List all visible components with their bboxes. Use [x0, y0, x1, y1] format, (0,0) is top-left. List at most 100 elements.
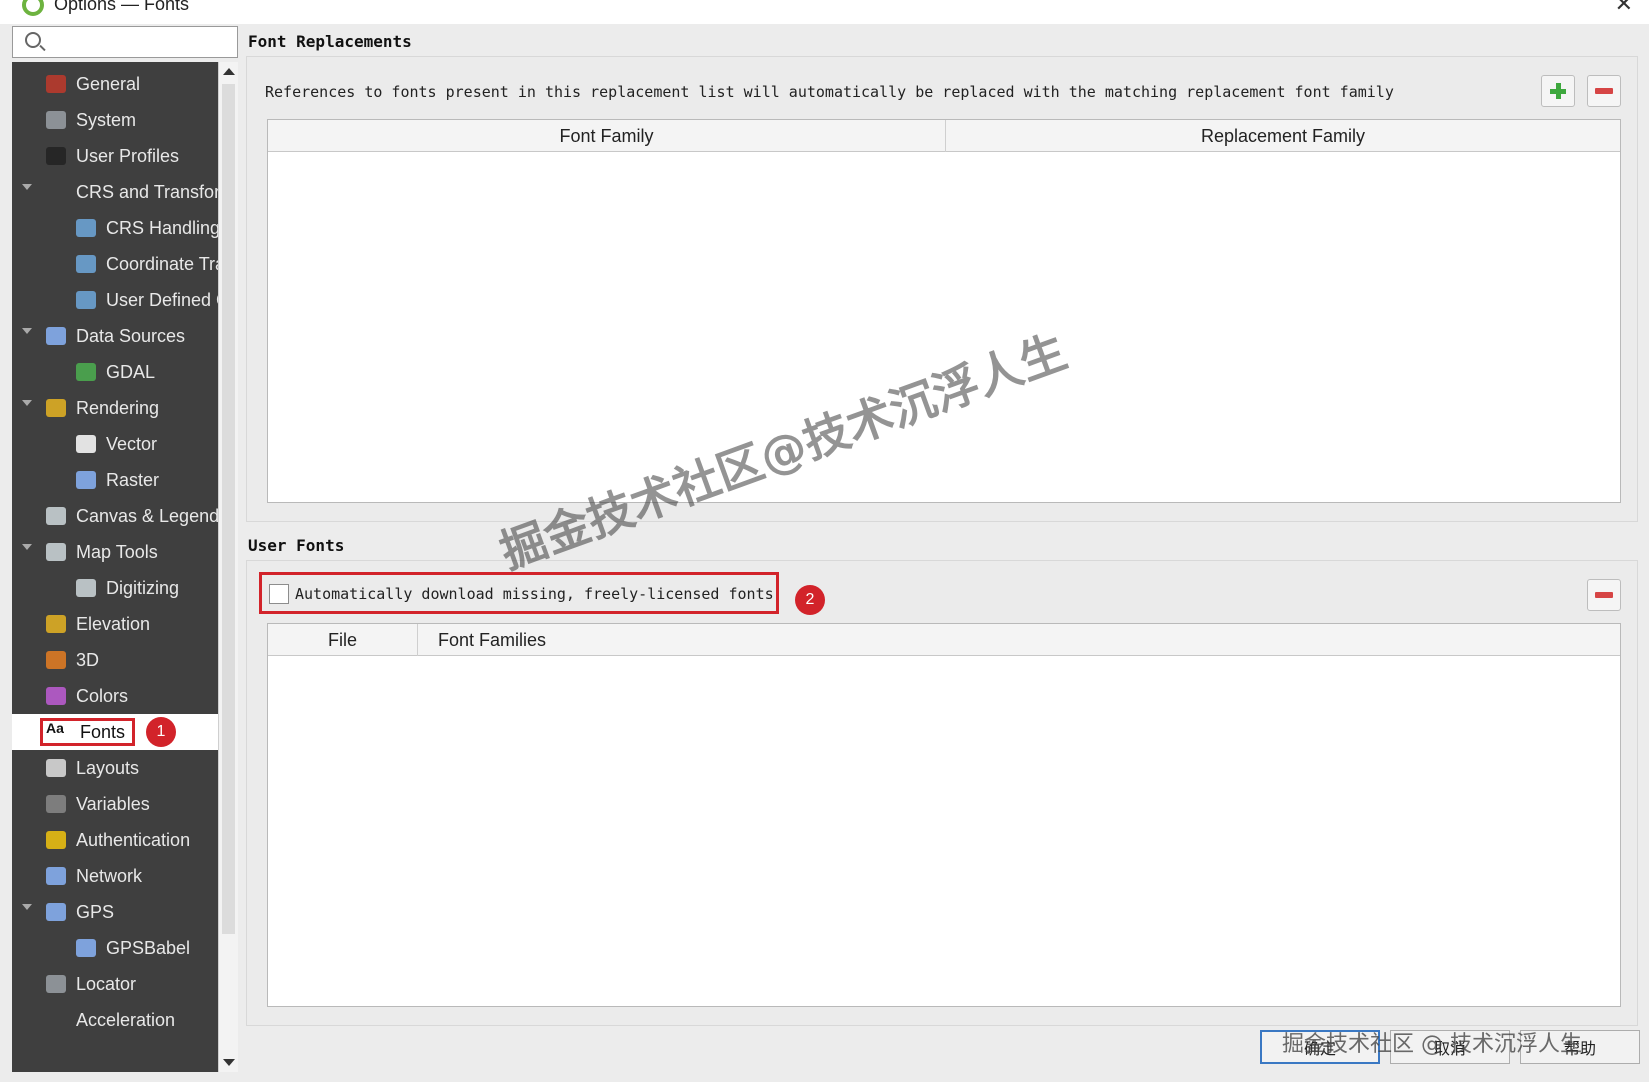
- raster-icon: [76, 471, 96, 489]
- window-title: Options — Fonts: [54, 0, 190, 14]
- globe-arrows-icon: [76, 255, 96, 273]
- remove-replacement-button[interactable]: [1587, 75, 1621, 107]
- sidebar-item-gpsbabel[interactable]: GPSBabel: [12, 930, 218, 966]
- sidebar-item-layouts[interactable]: Layouts: [12, 750, 218, 786]
- sidebar-item-label: CRS and Transforms: [76, 181, 218, 202]
- chevron-down-icon[interactable]: [22, 328, 32, 334]
- minus-icon: [1595, 592, 1613, 598]
- sidebar-item-label: User Defined CRS: [106, 289, 218, 310]
- scroll-up-icon[interactable]: [223, 68, 235, 75]
- sidebar-item-data-sources[interactable]: Data Sources: [12, 318, 218, 354]
- sidebar-item-label: General: [76, 73, 141, 94]
- remove-user-font-button[interactable]: [1587, 579, 1621, 611]
- help-button[interactable]: 帮助: [1520, 1030, 1640, 1064]
- auto-download-fonts-option[interactable]: Automatically download missing, freely-l…: [259, 572, 779, 614]
- sidebar-item-raster[interactable]: Raster: [12, 462, 218, 498]
- sidebar-item-label: Variables: [76, 793, 150, 814]
- sidebar-item-label: Network: [76, 865, 143, 886]
- sidebar-item-rendering[interactable]: Rendering: [12, 390, 218, 426]
- qgis-logo-icon: [22, 0, 44, 16]
- sidebar-item-label: Acceleration: [76, 1009, 176, 1030]
- sidebar-item-label: Authentication: [76, 829, 191, 850]
- sidebar-item-label: Digitizing: [106, 577, 180, 598]
- column-header-file[interactable]: File: [268, 624, 418, 656]
- ok-button[interactable]: 确定: [1260, 1030, 1380, 1064]
- scroll-down-icon[interactable]: [223, 1059, 235, 1066]
- chevron-down-icon[interactable]: [22, 400, 32, 406]
- annotation-badge-2: 2: [795, 585, 825, 615]
- chevron-down-icon[interactable]: [22, 904, 32, 910]
- sidebar-item-fonts[interactable]: Aa Fonts 1: [12, 714, 218, 750]
- chevron-down-icon[interactable]: [22, 544, 32, 550]
- network-icon: [46, 867, 66, 885]
- sidebar-item-gps[interactable]: GPS: [12, 894, 218, 930]
- sidebar-item-vector[interactable]: Vector: [12, 426, 218, 462]
- sidebar-item-label: Coordinate Transforms: [106, 253, 218, 274]
- search-input[interactable]: [49, 31, 229, 53]
- column-header-font-families[interactable]: Font Families: [418, 624, 568, 656]
- sidebar-item-label: System: [76, 109, 137, 130]
- search-icon: [25, 32, 41, 48]
- user-fonts-panel: File Font Families: [246, 560, 1638, 1026]
- globe-icon: [76, 219, 96, 237]
- cancel-button[interactable]: 取消: [1390, 1030, 1510, 1064]
- user-fonts-title: User Fonts: [248, 536, 345, 555]
- sidebar-scrollbar[interactable]: [218, 62, 238, 1072]
- title-bar: Options — Fonts ✕: [0, 0, 1649, 24]
- sidebar-item-acceleration[interactable]: Acceleration: [12, 1002, 218, 1038]
- layout-icon: [46, 759, 66, 777]
- sidebar-item-elevation[interactable]: Elevation: [12, 606, 218, 642]
- sidebar-item-crs-and-transforms[interactable]: CRS and Transforms: [12, 174, 218, 210]
- sidebar-item-canvas-legend[interactable]: Canvas & Legend: [12, 498, 218, 534]
- annotation-badge-1: 1: [146, 717, 176, 747]
- highlight-box: [40, 718, 135, 746]
- sidebar-item-label: Locator: [76, 973, 137, 994]
- brush-icon: [46, 399, 66, 417]
- close-icon[interactable]: ✕: [1615, 0, 1633, 17]
- sidebar-item-locator[interactable]: Locator: [12, 966, 218, 1002]
- sidebar-item-label: GDAL: [106, 361, 156, 382]
- gps-icon: [46, 903, 66, 921]
- user-icon: [46, 147, 66, 165]
- plus-icon: [1550, 83, 1566, 99]
- font-replacements-table[interactable]: Font Family Replacement Family: [267, 119, 1621, 503]
- sidebar-item-authentication[interactable]: Authentication: [12, 822, 218, 858]
- sidebar-item-system[interactable]: System: [12, 102, 218, 138]
- sidebar-item-label: GPS: [76, 901, 115, 922]
- sidebar-item-user-profiles[interactable]: User Profiles: [12, 138, 218, 174]
- scrollbar-thumb[interactable]: [222, 84, 235, 934]
- sidebar-item-colors[interactable]: Colors: [12, 678, 218, 714]
- sidebar-item-label: Vector: [106, 433, 158, 454]
- table-icon: [46, 327, 66, 345]
- auto-download-checkbox[interactable]: [269, 584, 289, 604]
- sidebar-item-variables[interactable]: Variables: [12, 786, 218, 822]
- font-replacements-title: Font Replacements: [248, 32, 412, 51]
- sidebar-item-user-defined-crs[interactable]: User Defined CRS: [12, 282, 218, 318]
- add-replacement-button[interactable]: [1541, 75, 1575, 107]
- options-dialog: Options — Fonts ✕ General System User Prof…: [0, 0, 1649, 1082]
- vector-icon: [76, 435, 96, 453]
- elevation-icon: [46, 615, 66, 633]
- sidebar-item-map-tools[interactable]: Map Tools: [12, 534, 218, 570]
- font-replacements-panel: References to fonts present in this repl…: [246, 56, 1638, 522]
- sidebar-item-label: User Profiles: [76, 145, 180, 166]
- user-fonts-table[interactable]: File Font Families: [267, 623, 1621, 1007]
- sidebar-item-gdal[interactable]: GDAL: [12, 354, 218, 390]
- canvas-icon: [46, 507, 66, 525]
- variables-icon: [46, 795, 66, 813]
- sidebar-item-general[interactable]: General: [12, 66, 218, 102]
- sidebar-item-digitizing[interactable]: Digitizing: [12, 570, 218, 606]
- tools-icon: [46, 75, 66, 93]
- sidebar-item-3d[interactable]: 3D: [12, 642, 218, 678]
- search-icon: [46, 975, 66, 993]
- column-header-font-family[interactable]: Font Family: [268, 120, 946, 152]
- search-field[interactable]: [12, 26, 238, 58]
- column-header-replacement-family[interactable]: Replacement Family: [946, 120, 1620, 152]
- chevron-down-icon[interactable]: [22, 184, 32, 190]
- table-header: Font Family Replacement Family: [268, 120, 1620, 152]
- sidebar-item-network[interactable]: Network: [12, 858, 218, 894]
- sidebar-item-label: Map Tools: [76, 541, 158, 562]
- sidebar-item-crs-handling[interactable]: CRS Handling: [12, 210, 218, 246]
- sidebar-item-label: Colors: [76, 685, 129, 706]
- sidebar-item-coordinate-transforms[interactable]: Coordinate Transforms: [12, 246, 218, 282]
